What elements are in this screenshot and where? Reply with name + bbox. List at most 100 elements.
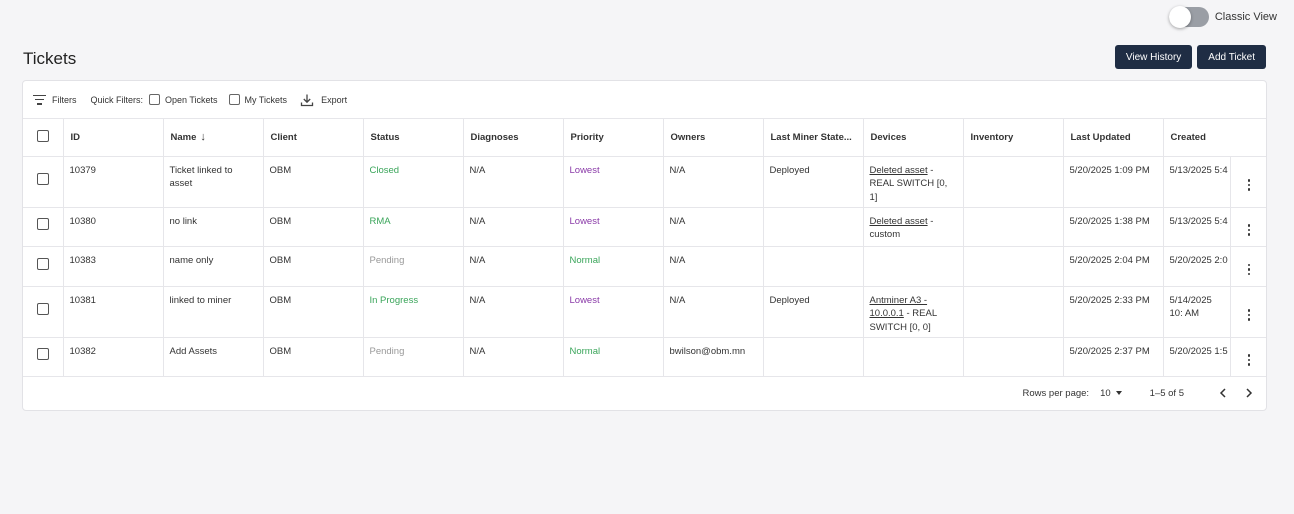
chevron-left-icon — [1219, 388, 1226, 398]
row-actions-cell — [1230, 207, 1266, 247]
row-checkbox[interactable] — [36, 348, 49, 361]
cell-priority: Normal — [563, 337, 664, 377]
export-button[interactable]: Export — [300, 93, 347, 107]
more-vertical-icon[interactable] — [1247, 224, 1250, 236]
table-header-row: ID Name ↓ Client Status Diagnoses Priorit… — [23, 119, 1266, 157]
classic-view-toggle-group: Classic View — [1168, 6, 1277, 28]
cell-last-updated: 5/20/2025 2:04 PM — [1063, 246, 1164, 287]
table-row[interactable]: 10379 Ticket linked to asset OBM Closed … — [23, 156, 1266, 208]
rows-per-page-label: Rows per page: — [1022, 387, 1090, 399]
open-tickets-label: Open Tickets — [165, 94, 218, 105]
table-row[interactable]: 10380 no link OBM RMA N/A Lowest N/A Del… — [23, 207, 1266, 247]
table-row[interactable]: 10382 Add Assets OBM Pending N/A Normal … — [23, 337, 1266, 377]
device-link[interactable]: Deleted asset — [870, 165, 928, 176]
cell-status: In Progress — [363, 286, 464, 338]
cell-last-miner-state: Deployed — [763, 286, 864, 338]
column-header-id[interactable]: ID — [63, 119, 164, 157]
cell-status: Closed — [363, 156, 464, 208]
cell-client: OBM — [263, 156, 364, 208]
cell-id: 10381 — [63, 286, 164, 338]
tickets-page: Classic View Tickets View History Add Ti… — [0, 0, 1294, 514]
more-vertical-icon[interactable] — [1247, 309, 1250, 321]
cell-name: name only — [163, 246, 264, 287]
cell-devices: Antminer A3 - 10.0.0.1 - REAL SWITCH [0,… — [863, 286, 964, 338]
cell-created: 5/20/2025 2:0 — [1163, 246, 1231, 287]
pagination: Rows per page: 10 1–5 of 5 — [23, 376, 1266, 410]
cell-devices — [863, 246, 964, 287]
row-select-cell — [23, 246, 64, 287]
caret-down-icon — [1115, 391, 1122, 395]
row-actions-cell — [1230, 246, 1266, 287]
cell-client: OBM — [263, 246, 364, 287]
cell-inventory — [963, 246, 1064, 287]
toggle-knob[interactable] — [1168, 6, 1191, 28]
view-history-button[interactable]: View History — [1114, 45, 1193, 69]
cell-priority: Lowest — [563, 207, 664, 247]
sort-arrow-down-icon[interactable]: ↓ — [200, 131, 206, 143]
column-header-owners[interactable]: Owners — [663, 119, 764, 157]
column-header-priority[interactable]: Priority — [563, 119, 664, 157]
cell-id: 10383 — [63, 246, 164, 287]
column-header-created[interactable]: Created — [1163, 119, 1266, 157]
cell-last-updated: 5/20/2025 2:37 PM — [1063, 337, 1164, 377]
rows-per-page-select[interactable]: 10 — [1100, 388, 1122, 399]
open-tickets-filter[interactable]: Open Tickets — [149, 94, 218, 105]
cell-created: 5/14/2025 10: AM — [1163, 286, 1231, 338]
previous-page-button[interactable] — [1216, 386, 1230, 400]
row-checkbox[interactable] — [36, 173, 49, 186]
cell-priority: Lowest — [563, 156, 664, 208]
cell-status: Pending — [363, 337, 464, 377]
tickets-table-card: Filters Quick Filters: Open Tickets My T… — [22, 80, 1267, 411]
table-toolbar: Filters Quick Filters: Open Tickets My T… — [23, 81, 1266, 119]
column-header-name[interactable]: Name ↓ — [163, 119, 264, 157]
row-checkbox[interactable] — [36, 257, 49, 270]
select-all-checkbox[interactable] — [36, 129, 49, 142]
column-header-last-updated[interactable]: Last Updated — [1063, 119, 1164, 157]
add-ticket-button[interactable]: Add Ticket — [1197, 45, 1266, 69]
column-header-status[interactable]: Status — [363, 119, 464, 157]
more-vertical-icon[interactable] — [1247, 179, 1250, 191]
cell-name: Add Assets — [163, 337, 264, 377]
cell-diagnoses: N/A — [463, 156, 564, 208]
cell-devices: Deleted asset - REAL SWITCH [0, 1] — [863, 156, 964, 208]
row-actions-cell — [1230, 286, 1266, 338]
cell-last-updated: 5/20/2025 1:09 PM — [1063, 156, 1164, 208]
cell-diagnoses: N/A — [463, 337, 564, 377]
column-header-inventory[interactable]: Inventory — [963, 119, 1064, 157]
cell-diagnoses: N/A — [463, 207, 564, 247]
classic-view-toggle[interactable] — [1168, 6, 1209, 28]
table-row[interactable]: 10383 name only OBM Pending N/A Normal N… — [23, 246, 1266, 287]
cell-last-updated: 5/20/2025 1:38 PM — [1063, 207, 1164, 247]
cell-devices: Deleted asset - custom — [863, 207, 964, 247]
cell-owners: N/A — [663, 246, 764, 287]
classic-view-label: Classic View — [1214, 11, 1277, 23]
table-row[interactable]: 10381 linked to miner OBM In Progress N/… — [23, 286, 1266, 338]
column-header-diagnoses[interactable]: Diagnoses — [463, 119, 564, 157]
page-title: Tickets — [23, 49, 77, 68]
filters-button[interactable]: Filters — [33, 94, 77, 105]
row-select-cell — [23, 156, 64, 208]
row-checkbox[interactable] — [36, 218, 49, 231]
more-vertical-icon[interactable] — [1247, 263, 1250, 275]
device-link[interactable]: Deleted asset — [870, 216, 928, 227]
more-vertical-icon[interactable] — [1247, 354, 1250, 366]
my-tickets-filter[interactable]: My Tickets — [228, 94, 288, 105]
column-header-name-label: Name — [170, 132, 197, 144]
next-page-button[interactable] — [1242, 386, 1256, 400]
open-tickets-checkbox[interactable] — [149, 94, 161, 105]
cell-diagnoses: N/A — [463, 246, 564, 287]
cell-devices — [863, 337, 964, 377]
cell-created: 5/20/2025 1:5 — [1163, 337, 1231, 377]
column-header-devices[interactable]: Devices — [863, 119, 964, 157]
cell-priority: Lowest — [563, 286, 664, 338]
cell-created: 5/13/2025 5:4 — [1163, 156, 1231, 208]
my-tickets-label: My Tickets — [244, 94, 288, 105]
column-header-client[interactable]: Client — [263, 119, 364, 157]
column-header-last-miner-state[interactable]: Last Miner State... — [763, 119, 864, 157]
cell-inventory — [963, 286, 1064, 338]
cell-client: OBM — [263, 207, 364, 247]
cell-last-miner-state: Deployed — [763, 156, 864, 208]
row-checkbox[interactable] — [36, 303, 49, 316]
my-tickets-checkbox[interactable] — [228, 94, 240, 105]
row-actions-cell — [1230, 156, 1266, 208]
